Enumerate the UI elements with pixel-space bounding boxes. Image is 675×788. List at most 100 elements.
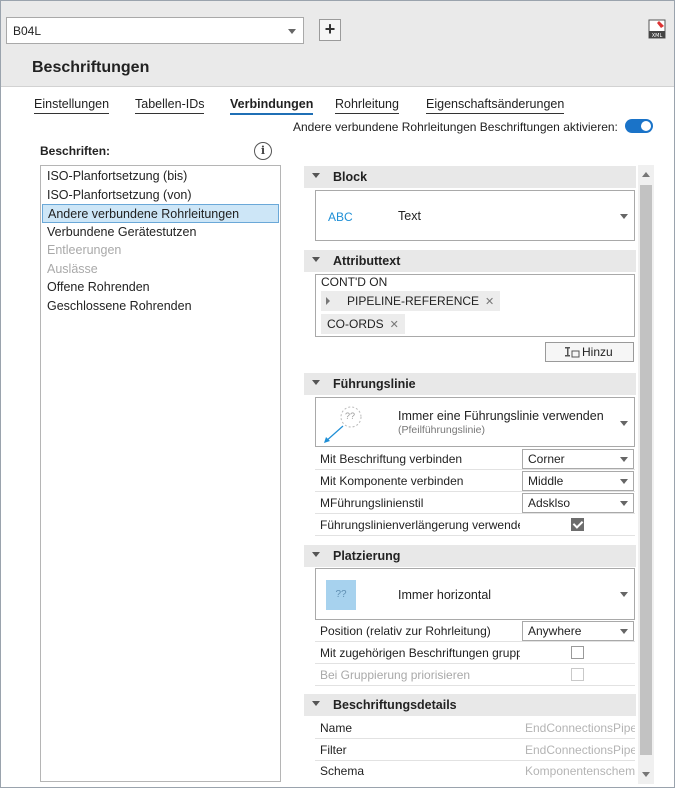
info-icon[interactable]: i [254, 142, 272, 160]
block-preview: ABC [328, 210, 353, 224]
chevron-down-icon [620, 421, 628, 426]
section-title: Platzierung [333, 549, 401, 563]
section-title: Attributtext [333, 254, 401, 268]
leader-preview-text: ?? [345, 411, 356, 421]
dropdown-value: Anywhere [528, 624, 582, 638]
block-value: Text [398, 209, 421, 223]
collapse-icon [312, 552, 320, 557]
leader-connect-component-row: Mit Komponente verbinden Middle [315, 470, 635, 492]
placement-selector[interactable]: ?? Immer horizontal [315, 568, 635, 620]
list-item[interactable]: ISO-Planfortsetzung (bis) [41, 167, 280, 186]
property-label: Schema [320, 764, 365, 778]
tab-verbindungen[interactable]: Verbindungen [230, 97, 314, 115]
leader-style-row: MFührungslinienstil Adsklso [315, 492, 635, 514]
chevron-down-icon [620, 592, 628, 597]
list-item[interactable]: Andere verbundene Rohrleitungen [42, 204, 279, 223]
remove-icon[interactable]: ✕ [390, 319, 399, 331]
configuration-value: B04L [13, 24, 42, 38]
property-label: Position (relativ zur Rohrleitung) [320, 624, 491, 638]
tab-einstellungen[interactable]: Einstellungen [34, 97, 110, 114]
remove-icon[interactable]: ✕ [485, 296, 494, 308]
plus-icon: + [324, 19, 336, 39]
dropdown-value: Corner [528, 452, 565, 466]
chip-label: PIPELINE-REFERENCE [347, 294, 480, 308]
list-item[interactable]: Offene Rohrenden [41, 278, 280, 297]
chip-label: CO-ORDS [327, 317, 384, 331]
dropdown-value: Middle [528, 474, 564, 488]
label-type-list: ISO-Planfortsetzung (bis) ISO-Planfortse… [40, 165, 281, 782]
chevron-down-icon [620, 501, 628, 506]
details-name-row: Name EndConnectionsPipe [315, 717, 635, 739]
section-title: Block [333, 170, 368, 184]
chevron-down-icon [288, 29, 296, 34]
list-item[interactable]: Geschlossene Rohrenden [41, 297, 280, 316]
placement-value: Immer horizontal [398, 588, 492, 602]
dropdown-value: Adsklso [528, 496, 571, 510]
properties-scrollbar[interactable] [638, 165, 654, 784]
property-value: EndConnectionsPipe [525, 743, 635, 757]
tab-tabellen-ids[interactable]: Tabellen-IDs [135, 97, 205, 114]
page-title: Beschriftungen [32, 59, 150, 76]
attribute-text-box[interactable]: CONT'D ON PIPELINE-REFERENCE ✕ CO-ORDS ✕ [315, 274, 635, 337]
attribute-chip[interactable]: PIPELINE-REFERENCE ✕ [321, 291, 501, 311]
scroll-down-icon[interactable] [642, 772, 650, 777]
block-selector[interactable]: ABC Text [315, 190, 635, 241]
placement-group-row: Mit zugehörigen Beschriftungen gruppiere… [315, 642, 635, 664]
leader-connect-label-row: Mit Beschriftung verbinden Corner [315, 448, 635, 470]
leader-value: Immer eine Führungslinie verwenden [398, 409, 604, 423]
scroll-thumb[interactable] [640, 185, 652, 755]
dialog-window: B04L + XML Beschriftungen Einstellungen … [0, 0, 675, 788]
leader-extension-row: Führungslinienverlängerung verwenden [315, 514, 635, 536]
property-label: Bei Gruppierung priorisieren [320, 668, 471, 682]
collapse-icon [312, 173, 320, 178]
connect-component-dropdown[interactable]: Middle [522, 471, 634, 491]
chevron-down-icon [620, 479, 628, 484]
collapse-icon [312, 701, 320, 706]
enable-toggle[interactable] [625, 119, 653, 133]
leader-selector[interactable]: ?? Immer eine Führungslinie verwenden (P… [315, 397, 635, 447]
list-item[interactable]: Verbundene Gerätestutzen [41, 223, 280, 242]
position-dropdown[interactable]: Anywhere [522, 621, 634, 641]
leader-subvalue: (Pfeilführungslinie) [398, 424, 485, 436]
leader-style-dropdown[interactable]: Adsklso [522, 493, 634, 513]
leader-preview-icon [324, 406, 362, 443]
property-label: Name [320, 721, 353, 735]
property-label: Führungslinienverlängerung verwenden [320, 518, 520, 532]
list-label: Beschriften: [40, 144, 111, 158]
property-label: Filter [320, 743, 347, 757]
section-title: Beschriftungsdetails [333, 698, 457, 712]
attribute-insert-icon [565, 347, 580, 358]
list-item[interactable]: ISO-Planfortsetzung (von) [41, 186, 280, 205]
collapse-icon [312, 257, 320, 262]
top-bar: B04L + XML Beschriftungen [1, 1, 674, 87]
expand-icon[interactable] [326, 297, 330, 305]
section-placement[interactable]: Platzierung [304, 545, 636, 567]
add-attribute-button[interactable]: Hinzu [545, 342, 634, 362]
scroll-up-icon[interactable] [642, 172, 650, 177]
tab-eigenschaftsaenderungen[interactable]: Eigenschaftsänderungen [426, 97, 565, 114]
list-item: Auslässe [47, 261, 98, 276]
section-attribute-text[interactable]: Attributtext [304, 250, 636, 272]
prioritize-checkbox [571, 668, 584, 681]
section-block[interactable]: Block [304, 166, 636, 188]
configuration-combo[interactable]: B04L [6, 17, 304, 44]
property-label: Mit zugehörigen Beschriftungen gruppiere… [320, 646, 520, 660]
placement-position-row: Position (relativ zur Rohrleitung) Anywh… [315, 620, 635, 642]
add-attribute-label: Hinzu [582, 345, 613, 359]
xml-export-icon[interactable]: XML [648, 19, 666, 39]
attribute-static-text: CONT'D ON [321, 275, 388, 289]
group-labels-checkbox[interactable] [571, 646, 584, 659]
leader-extension-checkbox[interactable] [571, 518, 584, 531]
section-leader[interactable]: Führungslinie [304, 373, 636, 395]
connect-label-dropdown[interactable]: Corner [522, 449, 634, 469]
attribute-chip[interactable]: CO-ORDS ✕ [321, 314, 405, 334]
details-schema-row: Schema Komponentenschema [315, 760, 635, 782]
property-label: Mit Komponente verbinden [320, 474, 464, 488]
property-value: Komponentenschema [525, 764, 635, 778]
section-label-details[interactable]: Beschriftungsdetails [304, 694, 636, 716]
add-configuration-button[interactable]: + [319, 19, 341, 41]
tab-rohrleitung[interactable]: Rohrleitung [335, 97, 399, 114]
property-label: MFührungslinienstil [320, 496, 424, 510]
property-label: Mit Beschriftung verbinden [320, 452, 463, 466]
chevron-down-icon [620, 629, 628, 634]
